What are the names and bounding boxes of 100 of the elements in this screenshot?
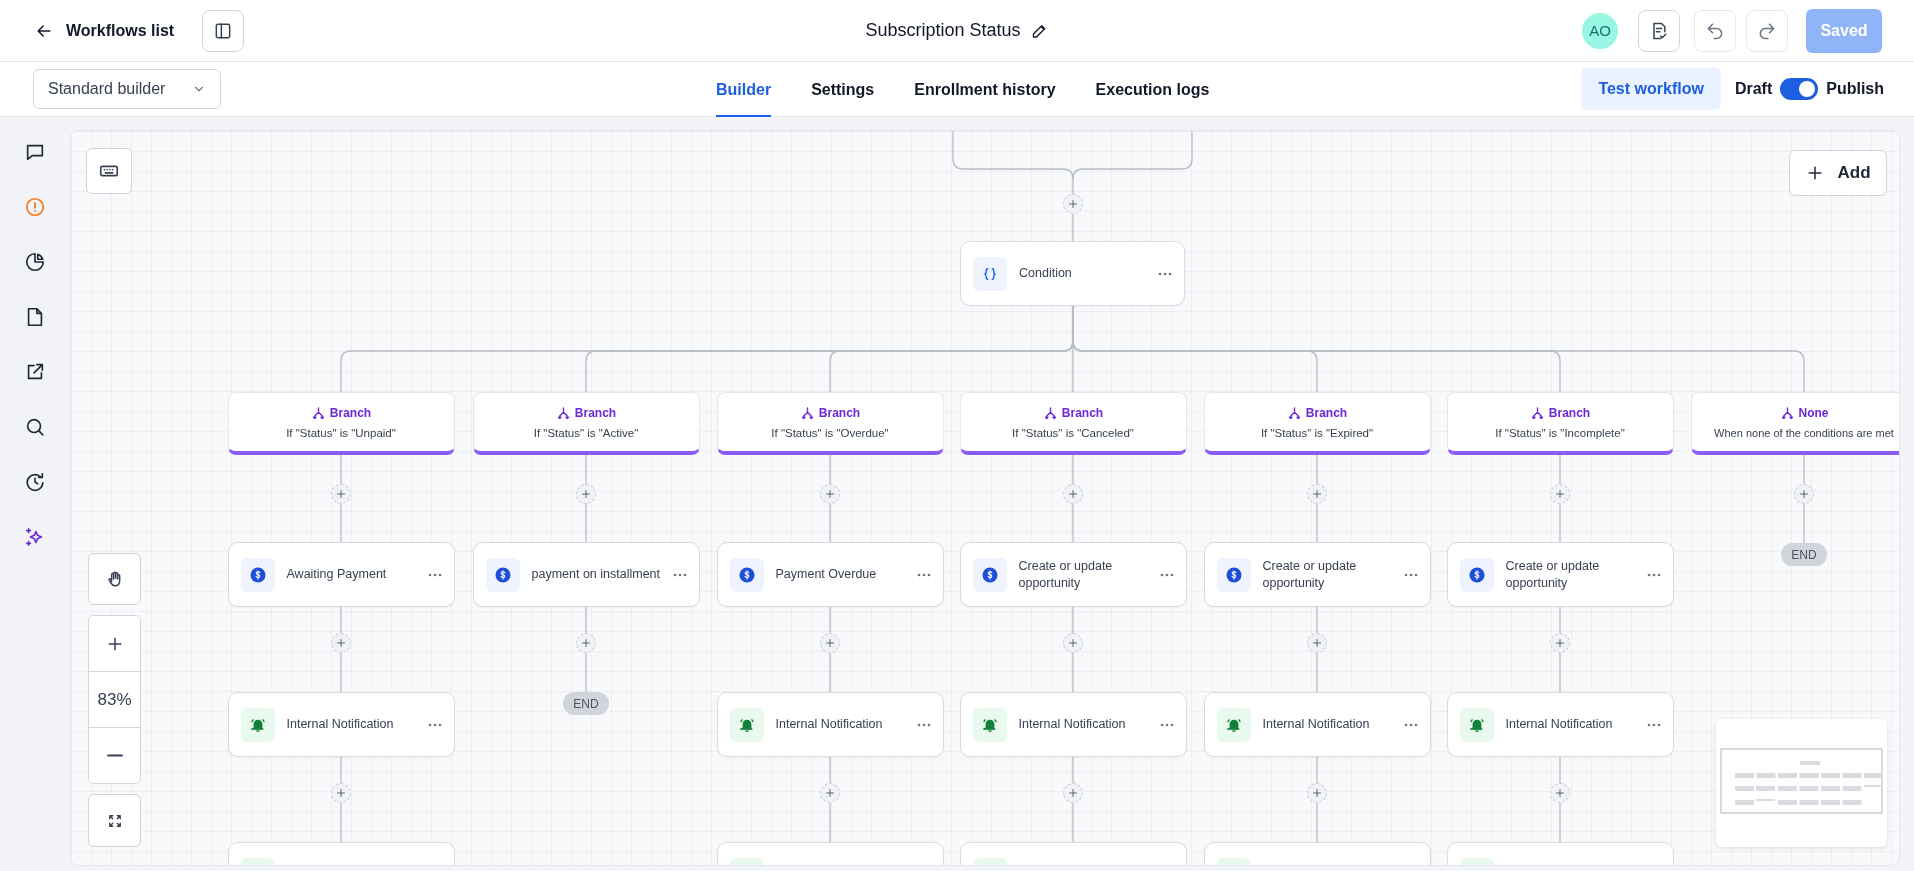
user-avatar[interactable]: AO [1582,12,1618,49]
more-icon[interactable] [1403,722,1418,727]
action-node[interactable]: Internal Notification [959,692,1187,757]
tab[interactable]: Enrollment history [914,62,1056,117]
tab[interactable]: Settings [811,62,875,117]
add-step-button[interactable] [331,633,351,653]
branch-icon [1529,405,1545,421]
plus-icon [1311,488,1323,500]
action-node[interactable]: Internal Notification [1446,692,1674,757]
add-step-button[interactable] [1307,633,1327,653]
branch-card[interactable]: Branch If "Status" is "Expired" [1203,392,1431,455]
add-step-button[interactable] [820,484,840,504]
add-button[interactable]: Add [1789,150,1887,196]
branch-card[interactable]: Branch If "Status" is "Active" [472,392,700,455]
action-node[interactable]: Awaiting Payment [227,542,455,607]
test-workflow-button[interactable]: Test workflow [1581,68,1721,110]
node-label: Condition [1019,265,1073,282]
branch-card[interactable]: Branch If "Status" is "Incomplete" [1446,392,1674,455]
plus-icon [1554,488,1566,500]
more-icon[interactable] [427,722,442,727]
add-step-button[interactable] [1307,484,1327,504]
add-step-button[interactable] [1063,783,1083,803]
more-icon[interactable] [1646,722,1661,727]
end-marker: END [1781,543,1827,566]
redo-button[interactable] [1746,9,1788,52]
more-icon[interactable] [916,572,931,577]
pan-tool-button[interactable] [88,553,141,605]
node-label: Internal Notification [1018,716,1127,733]
action-node[interactable]: Create or update opportunity [1203,542,1431,607]
pie-chart-icon [24,251,46,273]
add-step-button[interactable] [1550,633,1570,653]
add-step-button[interactable] [576,633,596,653]
undo-button[interactable] [1694,9,1736,52]
action-node[interactable]: Internal Notification [227,692,455,757]
publish-toggle[interactable] [1780,78,1819,100]
add-step-button[interactable] [1063,484,1083,504]
more-icon[interactable] [427,572,442,577]
node-label: Internal Notification [1505,716,1614,733]
add-step-button[interactable] [331,484,351,504]
condition-node[interactable]: Condition [960,241,1185,306]
branch-title: Branch [818,406,861,420]
more-icon[interactable] [916,722,931,727]
more-icon[interactable] [1159,572,1174,577]
back-link[interactable]: Workflows list [30,16,179,45]
branch-card[interactable]: None When none of the conditions are met [1690,392,1899,455]
add-step-button[interactable] [576,484,596,504]
more-icon[interactable] [672,572,687,577]
add-step-button[interactable] [820,783,840,803]
dollar-icon [1467,565,1486,584]
more-icon[interactable] [1158,271,1172,276]
branch-title: Branch [1305,406,1348,420]
plus-icon [1311,637,1323,649]
fit-view-button[interactable] [88,794,141,847]
action-node[interactable]: Create or update opportunity [959,542,1187,607]
node-label: Internal Notification [1262,716,1371,733]
plus-icon [335,637,347,649]
action-node[interactable]: Create or update opportunity [1446,542,1674,607]
more-icon[interactable] [1646,572,1661,577]
end-marker: END [563,692,609,715]
action-node[interactable]: Payment Overdue [716,542,944,607]
add-step-button[interactable] [1063,633,1083,653]
add-step-button[interactable] [1307,783,1327,803]
add-step-button[interactable] [1794,484,1814,504]
dollar-icon [493,565,512,584]
builder-dropdown[interactable]: Standard builder [33,69,221,109]
branch-condition: If "Status" is "Unpaid" [286,426,396,439]
branch-title: Branch [329,406,372,420]
branch-icon [1042,405,1058,421]
branch-card[interactable]: Branch If "Status" is "Unpaid" [227,392,455,455]
plus-icon [1067,637,1079,649]
plus-icon [1554,637,1566,649]
search-icon [24,416,46,438]
minimap[interactable] [1716,719,1887,847]
sidebar-toggle-button[interactable] [202,9,245,52]
plus-icon [824,787,836,799]
action-node[interactable]: Internal Notification [1203,692,1431,757]
add-step-button[interactable] [1550,484,1570,504]
add-step-button[interactable] [1063,194,1083,214]
branch-card[interactable]: Branch If "Status" is "Canceled" [959,392,1187,455]
plus-icon [580,637,592,649]
action-node[interactable]: Internal Notification [716,692,944,757]
add-step-button[interactable] [820,633,840,653]
branch-title: Branch [1548,406,1591,420]
more-icon[interactable] [1159,722,1174,727]
node-label: Awaiting Payment [286,566,388,583]
action-node[interactable]: payment on installment [472,542,700,607]
draft-label: Draft [1734,80,1773,98]
add-step-button[interactable] [331,783,351,803]
tab[interactable]: Execution logs [1095,62,1210,117]
branch-card[interactable]: Branch If "Status" is "Overdue" [716,392,944,455]
branch-icon [1779,405,1795,421]
more-icon[interactable] [1403,572,1418,577]
keyboard-shortcuts-button[interactable] [86,148,132,194]
dollar-icon [1224,565,1243,584]
review-button[interactable] [1638,9,1680,52]
add-step-button[interactable] [1550,783,1570,803]
branch-condition: If "Status" is "Active" [533,426,639,439]
tab[interactable]: Builder [716,62,772,117]
node-label: payment on installment [531,566,661,583]
branch-title: None [1798,406,1829,420]
